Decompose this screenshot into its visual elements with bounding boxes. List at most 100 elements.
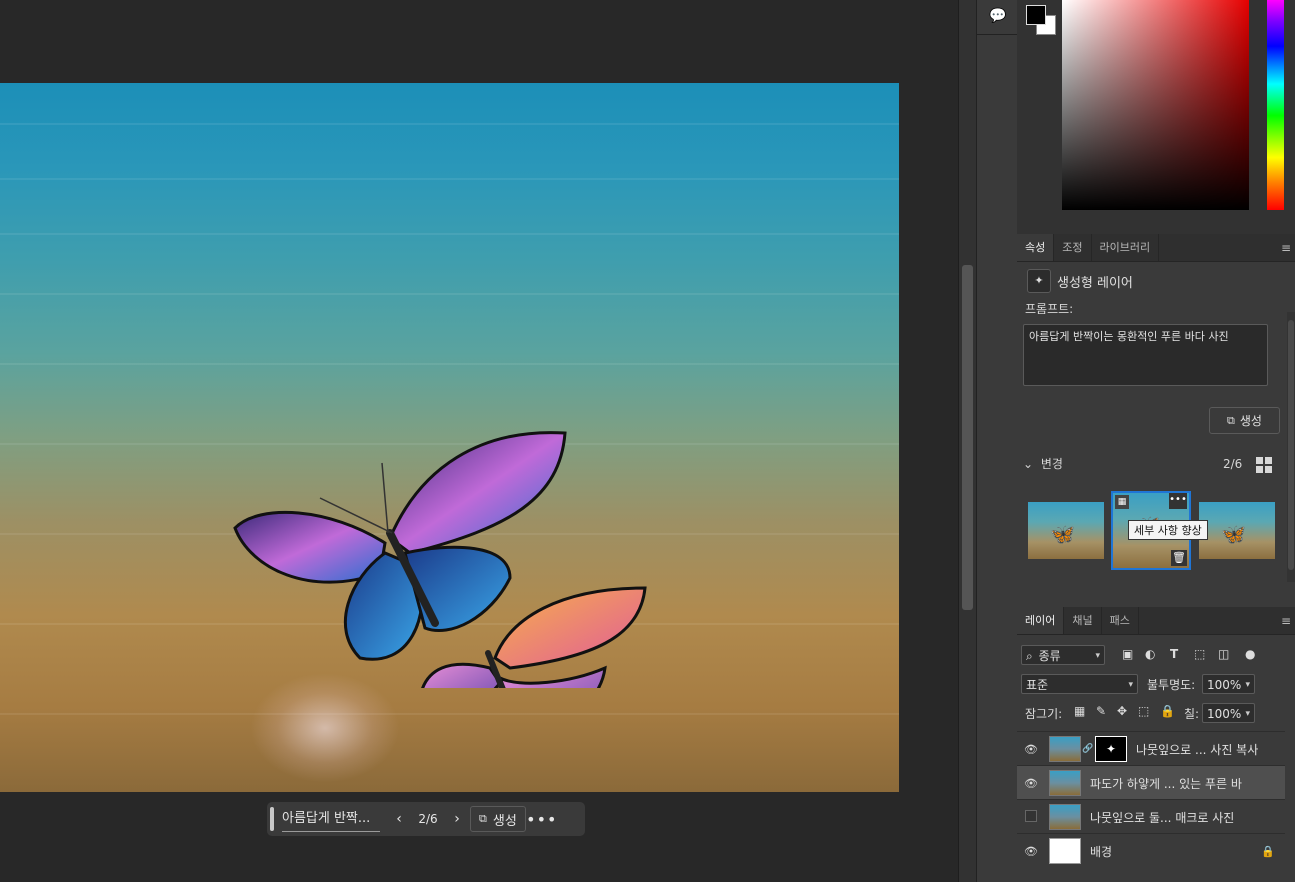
generate-icon: ⧉ [479,812,487,825]
grid-view-icon[interactable] [1256,457,1272,473]
layer-thumbnail [1049,838,1081,864]
generative-layer-icon: ✦ [1027,269,1051,293]
chevron-down-icon: ▾ [1245,680,1250,690]
saturation-brightness-field[interactable] [1062,0,1249,210]
enhance-detail-icon[interactable]: ▦ [1115,495,1129,509]
properties-tabs: 속성 조정 라이브러리 ≡ [1017,234,1295,262]
canvas-vertical-scrollbar[interactable] [958,0,976,882]
lock-pixels-icon[interactable]: ✎ [1096,704,1106,718]
fill-input[interactable]: 100% ▾ [1202,703,1255,723]
visibility-eye-icon[interactable]: 👁 [1017,743,1045,756]
visibility-eye-icon[interactable]: 👁 [1017,777,1045,790]
taskbar-generate-button[interactable]: ⧉ 생성 [470,806,526,832]
generate-button-label: 생성 [1239,414,1262,428]
visibility-off-icon[interactable] [1017,810,1045,825]
opacity-value: 100% [1207,678,1242,692]
chevron-down-icon: ▾ [1128,680,1133,690]
panel-menu-icon[interactable]: ≡ [1281,614,1291,628]
trash-icon[interactable]: 🗑 [1171,550,1187,566]
taskbar-generate-label: 생성 [492,813,517,829]
generate-icon: ⧉ [1227,413,1235,427]
prompt-textarea[interactable]: 아름답게 반짝이는 몽환적인 푸른 바다 사진 [1023,324,1268,386]
scrollbar-thumb[interactable] [962,265,973,610]
layer-name: 나뭇잎으로 ... 사진 복사 [1136,742,1259,757]
comment-icon[interactable]: 💬 [989,8,1006,24]
layer-thumbnail [1049,804,1081,830]
layer-row[interactable]: 👁 🔗 ✦ 나뭇잎으로 ... 사진 복사 [1017,731,1285,766]
opacity-label: 불투명도: [1147,678,1196,692]
layer-thumbnail [1049,736,1081,762]
layer-row-selected[interactable]: 👁 파도가 하얗게 ... 있는 푸른 바 [1017,765,1285,800]
hue-slider[interactable] [1267,0,1284,210]
properties-scrollbar[interactable] [1287,312,1295,582]
lock-position-icon[interactable]: ✥ [1117,704,1127,718]
variations-label: 변경 [1040,457,1063,471]
more-icon[interactable]: ••• [1169,493,1187,509]
lock-icon: 🔒 [1261,844,1275,858]
visibility-eye-icon[interactable]: 👁 [1017,845,1045,858]
variations-header[interactable]: ⌄ 변경 [1023,455,1063,472]
generate-button[interactable]: ⧉ 생성 [1209,407,1280,434]
fill-value: 100% [1207,707,1242,721]
layers-tabs: 레이어 채널 패스 ≡ [1017,607,1295,635]
tab-properties[interactable]: 속성 [1017,234,1055,261]
chain-link-icon[interactable]: 🔗 [1081,744,1095,754]
variation-thumbnail[interactable]: 🦋 [1199,502,1275,559]
layer-name: 나뭇잎으로 둘... 매크로 사진 [1090,810,1235,825]
blend-mode-select[interactable]: 표준 ▾ [1021,674,1138,694]
lock-label: 잠그기: [1025,707,1063,721]
sparkle-highlight [250,673,400,783]
chevron-down-icon: ⌄ [1023,457,1034,471]
tooltip: 세부 사항 향상 [1128,520,1208,540]
document-canvas[interactable] [0,83,899,792]
taskbar-prompt-field[interactable]: 아름답게 반짝... [282,807,380,832]
opacity-input[interactable]: 100% ▾ [1202,674,1255,694]
panel-icon-strip: 💬 [976,0,1018,882]
filter-kind-label: 종류 [1038,649,1061,663]
lock-all-icon[interactable]: 🔒 [1160,704,1175,718]
layer-mask-thumbnail[interactable]: ✦ [1095,736,1127,762]
variations-count: 2/6 [1223,457,1243,471]
chevron-right-icon[interactable]: › [446,811,468,827]
type-filter-icon[interactable]: T [1170,647,1178,661]
image-filter-icon[interactable]: ▣ [1122,647,1133,661]
shape-filter-icon[interactable]: ⬚ [1194,647,1205,661]
search-icon: ⌕ [1026,649,1033,663]
blend-mode-value: 표준 [1026,678,1049,692]
variation-thumbnail[interactable]: 🦋 [1028,502,1104,559]
tab-paths[interactable]: 패스 [1102,607,1139,634]
layer-row[interactable]: 나뭇잎으로 둘... 매크로 사진 [1017,799,1285,834]
filter-toggle-icon[interactable]: ● [1245,647,1255,661]
chevron-left-icon[interactable]: ‹ [388,811,410,827]
canvas-area: 아름답게 반짝... ‹ 2/6 › ⧉ 생성 ••• [0,0,958,882]
contextual-task-bar: 아름답게 반짝... ‹ 2/6 › ⧉ 생성 ••• [267,802,585,836]
panel-menu-icon[interactable]: ≡ [1281,241,1291,255]
layer-name: 배경 [1090,844,1113,859]
drag-handle[interactable] [270,807,274,831]
tab-layers[interactable]: 레이어 [1017,607,1065,634]
tab-adjustments[interactable]: 조정 [1054,234,1092,261]
layer-thumbnail [1049,770,1081,796]
more-icon[interactable]: ••• [526,810,558,829]
butterflies-image [233,431,647,688]
tab-channels[interactable]: 채널 [1064,607,1102,634]
prompt-label: 프롬프트: [1025,302,1074,316]
fill-label: 칠: [1184,707,1200,721]
layer-filter-select[interactable]: ⌕ 종류 ▾ [1021,645,1105,665]
properties-panel: ✦ 생성형 레이어 프롬프트: 아름답게 반짝이는 몽환적인 푸른 바다 사진 … [1017,262,1295,607]
variation-counter: 2/6 [418,812,438,826]
chevron-down-icon: ▾ [1095,651,1100,661]
layer-type-label: 생성형 레이어 [1057,276,1133,291]
color-picker-panel [1017,0,1295,234]
layer-name: 파도가 하얗게 ... 있는 푸른 바 [1090,776,1242,791]
lock-artboard-icon[interactable]: ⬚ [1138,704,1149,718]
tab-libraries[interactable]: 라이브러리 [1092,234,1160,261]
layer-row[interactable]: 👁 배경 🔒 [1017,833,1285,868]
lock-transparency-icon[interactable]: ▦ [1074,704,1085,718]
butterfly-icon: 🦋 [1221,522,1246,546]
adjustment-filter-icon[interactable]: ◐ [1145,647,1155,661]
smart-object-filter-icon[interactable]: ◫ [1218,647,1229,661]
layers-panel: ⌕ 종류 ▾ ▣ ◐ T ⬚ ◫ ● 표준 ▾ 불투명도: 100% ▾ 잠그기… [1017,635,1295,882]
butterfly-icon: 🦋 [1050,522,1075,546]
foreground-color-swatch[interactable] [1026,5,1046,25]
